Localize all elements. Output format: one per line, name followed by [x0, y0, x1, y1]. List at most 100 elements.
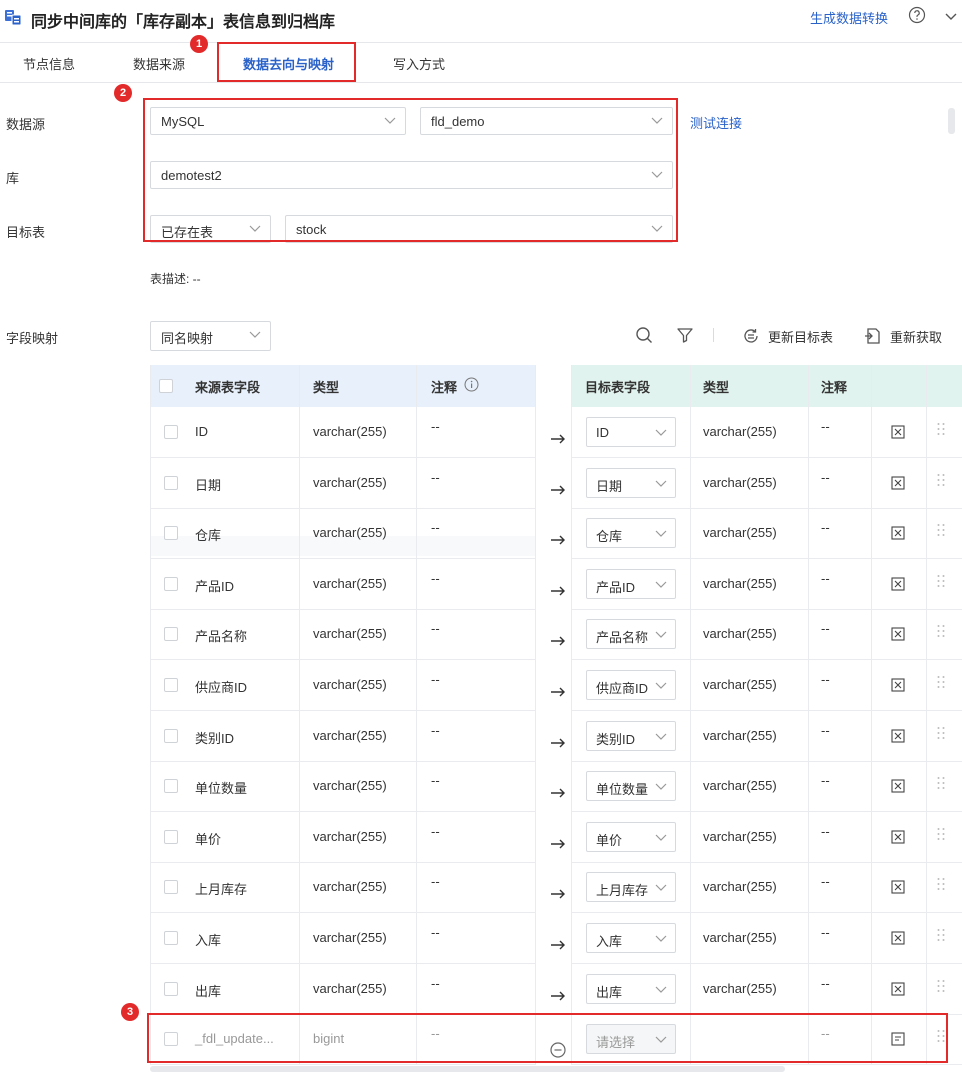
target-field-value: 入库	[596, 934, 623, 949]
row-checkbox[interactable]	[164, 982, 178, 996]
drag-handle-icon[interactable]	[936, 472, 946, 488]
target-field-select[interactable]: 仓库	[586, 518, 676, 548]
target-field-type: varchar(255)	[703, 576, 777, 591]
drag-handle-icon[interactable]	[936, 927, 946, 943]
row-checkbox[interactable]	[164, 526, 178, 540]
row-checkbox[interactable]	[164, 880, 178, 894]
target-field-select[interactable]: 上月库存	[586, 872, 676, 902]
help-icon[interactable]	[908, 6, 926, 24]
delete-field-icon[interactable]	[891, 627, 905, 641]
target-field-select[interactable]: 单位数量	[586, 771, 676, 801]
drag-handle-icon[interactable]	[936, 421, 946, 437]
target-field-select[interactable]: 产品名称	[586, 619, 676, 649]
target-field-type: varchar(255)	[703, 626, 777, 641]
delete-field-icon[interactable]	[891, 729, 905, 743]
target-field-value: 上月库存	[596, 883, 649, 898]
row-divider	[571, 609, 962, 610]
drag-handle-icon[interactable]	[936, 674, 946, 690]
horizontal-scrollbar[interactable]	[150, 1066, 785, 1072]
select-all-checkbox[interactable]	[159, 379, 173, 393]
target-field-value: 单位数量	[596, 782, 649, 797]
row-checkbox[interactable]	[164, 678, 178, 692]
delete-field-icon[interactable]	[891, 982, 905, 996]
row-divider	[571, 963, 962, 964]
drag-handle-icon[interactable]	[936, 978, 946, 994]
chevron-down-icon	[655, 429, 667, 436]
drag-handle-icon[interactable]	[936, 775, 946, 791]
mapping-mode-select[interactable]: 同名映射	[150, 321, 271, 351]
target-field-select[interactable]: ID	[586, 417, 676, 447]
delete-field-icon[interactable]	[891, 880, 905, 894]
tab-node-info[interactable]: 节点信息	[23, 54, 75, 73]
tab-write-mode[interactable]: 写入方式	[393, 54, 445, 73]
test-connection-link[interactable]: 测试连接	[690, 113, 742, 132]
column-divider	[571, 365, 572, 1065]
row-checkbox[interactable]	[164, 779, 178, 793]
delete-field-icon[interactable]	[891, 425, 905, 439]
row-checkbox[interactable]	[164, 577, 178, 591]
update-target-table-button[interactable]: 更新目标表	[768, 327, 833, 346]
row-divider	[150, 761, 535, 762]
target-field-select[interactable]: 入库	[586, 923, 676, 953]
info-icon[interactable]	[464, 377, 479, 392]
drag-handle-icon[interactable]	[936, 725, 946, 741]
chevron-down-icon	[655, 530, 667, 537]
source-field-type: varchar(255)	[313, 677, 387, 692]
drag-handle-icon[interactable]	[936, 826, 946, 842]
delete-field-icon[interactable]	[891, 526, 905, 540]
row-checkbox[interactable]	[164, 425, 178, 439]
target-field-note: --	[821, 419, 830, 434]
target-field-select[interactable]: 产品ID	[586, 569, 676, 599]
source-field-note: --	[431, 470, 440, 485]
delete-field-icon[interactable]	[891, 931, 905, 945]
target-field-note: --	[821, 773, 830, 788]
target-field-type: varchar(255)	[703, 677, 777, 692]
refetch-button[interactable]: 重新获取	[890, 327, 942, 346]
target-field-select[interactable]: 类别ID	[586, 721, 676, 751]
generate-transform-link[interactable]: 生成数据转换	[810, 8, 888, 27]
row-divider	[571, 811, 962, 812]
source-field-note: --	[431, 976, 440, 991]
drag-handle-icon[interactable]	[936, 522, 946, 538]
refetch-icon[interactable]	[863, 327, 881, 345]
row-divider	[150, 609, 535, 610]
scrollbar[interactable]	[948, 108, 955, 134]
delete-field-icon[interactable]	[891, 678, 905, 692]
target-field-value: 产品ID	[596, 580, 636, 595]
delete-field-icon[interactable]	[891, 779, 905, 793]
tab-data-source[interactable]: 数据来源	[133, 54, 185, 73]
row-checkbox[interactable]	[164, 931, 178, 945]
chevron-down-icon[interactable]	[944, 9, 958, 23]
target-field-select[interactable]: 单价	[586, 822, 676, 852]
arrow-right-icon	[551, 991, 565, 1001]
target-field-select[interactable]: 出库	[586, 974, 676, 1004]
column-divider	[808, 365, 809, 1065]
drag-handle-icon[interactable]	[936, 573, 946, 589]
delete-field-icon[interactable]	[891, 577, 905, 591]
target-table-header: 目标表字段 类型 注释	[571, 365, 962, 407]
delete-field-icon[interactable]	[891, 476, 905, 490]
target-field-note: --	[821, 672, 830, 687]
source-field-note: --	[431, 571, 440, 586]
drag-handle-icon[interactable]	[936, 623, 946, 639]
chevron-down-icon	[655, 733, 667, 740]
row-checkbox[interactable]	[164, 627, 178, 641]
row-checkbox[interactable]	[164, 830, 178, 844]
source-field-type: varchar(255)	[313, 728, 387, 743]
row-checkbox[interactable]	[164, 476, 178, 490]
target-field-type: varchar(255)	[703, 424, 777, 439]
filter-icon[interactable]	[676, 326, 694, 344]
delete-field-icon[interactable]	[891, 830, 905, 844]
source-field-name: ID	[195, 424, 208, 439]
refresh-list-icon[interactable]	[742, 327, 760, 345]
source-field-type: varchar(255)	[313, 829, 387, 844]
target-field-select[interactable]: 供应商ID	[586, 670, 676, 700]
source-table-header: 来源表字段 类型 注释	[150, 365, 535, 407]
search-icon[interactable]	[635, 326, 653, 344]
source-field-note: --	[431, 874, 440, 889]
target-field-select[interactable]: 日期	[586, 468, 676, 498]
target-field-value: 日期	[596, 479, 623, 494]
drag-handle-icon[interactable]	[936, 876, 946, 892]
source-field-name: 产品名称	[195, 629, 248, 644]
row-checkbox[interactable]	[164, 729, 178, 743]
